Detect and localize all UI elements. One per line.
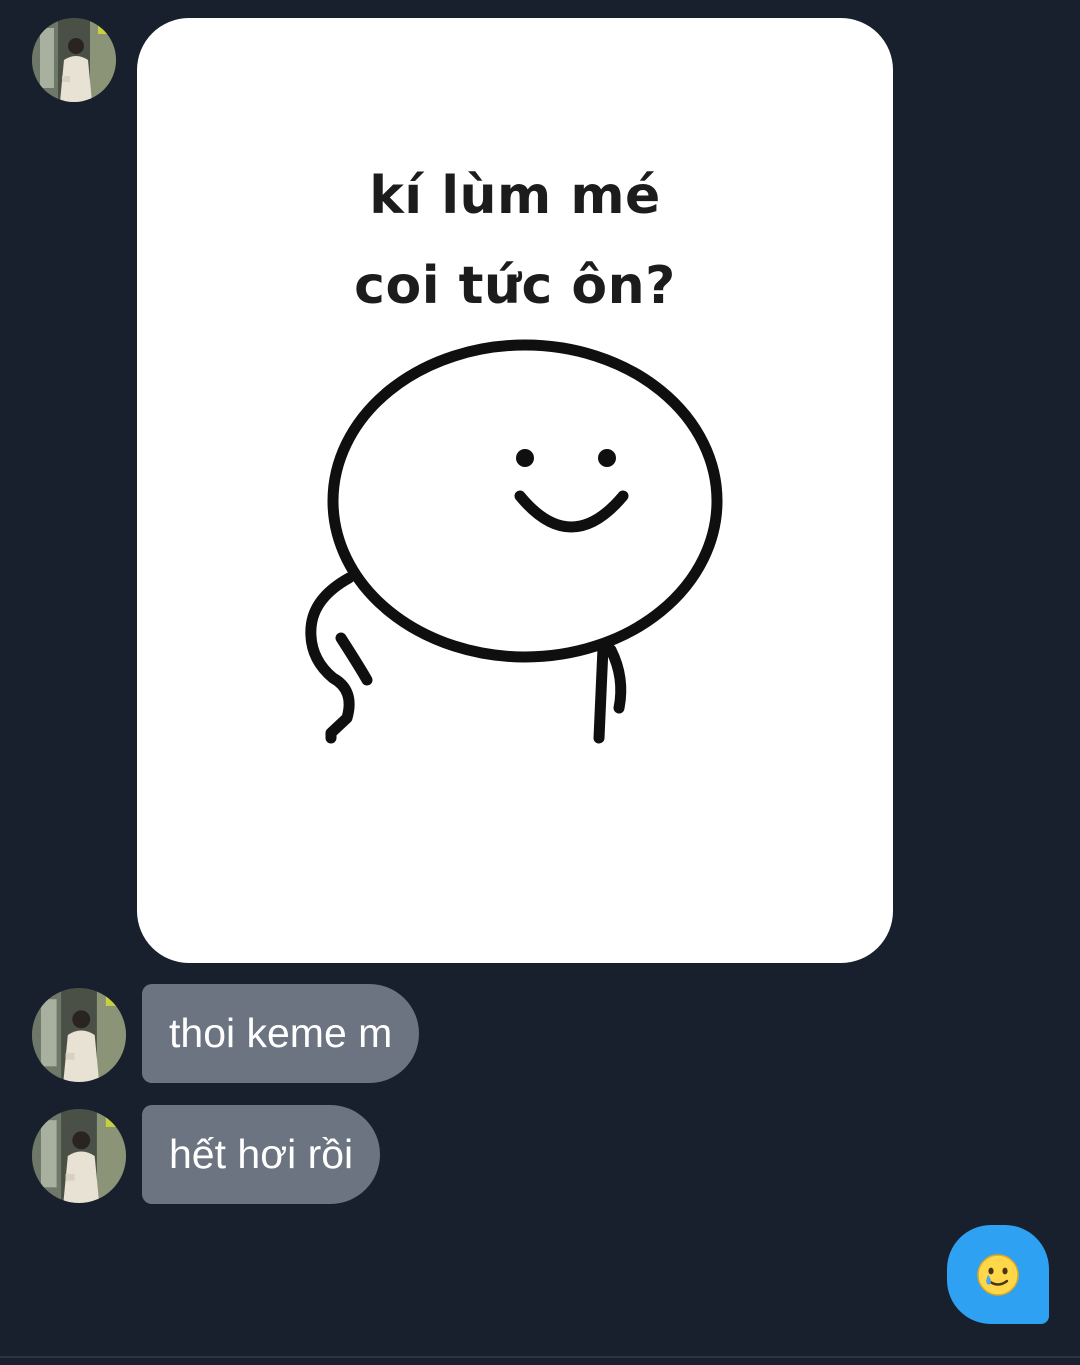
sent-emoji-message[interactable] bbox=[947, 1225, 1049, 1324]
divider bbox=[0, 1356, 1080, 1358]
smiling-head-figure-icon bbox=[305, 339, 723, 744]
message-text: hết hơi rồi bbox=[169, 1131, 354, 1177]
message-bubble[interactable]: hết hơi rồi bbox=[142, 1105, 381, 1204]
contact-avatar[interactable] bbox=[32, 988, 126, 1082]
person-photo-icon bbox=[32, 18, 116, 102]
sticker-message[interactable]: kí lùm mé coi tức ôn? bbox=[137, 18, 893, 963]
message-text: thoi keme m bbox=[169, 1010, 393, 1056]
smiling-face-with-tear-icon bbox=[977, 1254, 1019, 1296]
contact-avatar[interactable] bbox=[32, 18, 116, 102]
contact-avatar[interactable] bbox=[32, 1109, 126, 1203]
person-photo-icon bbox=[32, 988, 126, 1082]
person-photo-icon bbox=[32, 1109, 126, 1203]
message-bubble[interactable]: thoi keme m bbox=[142, 984, 420, 1083]
